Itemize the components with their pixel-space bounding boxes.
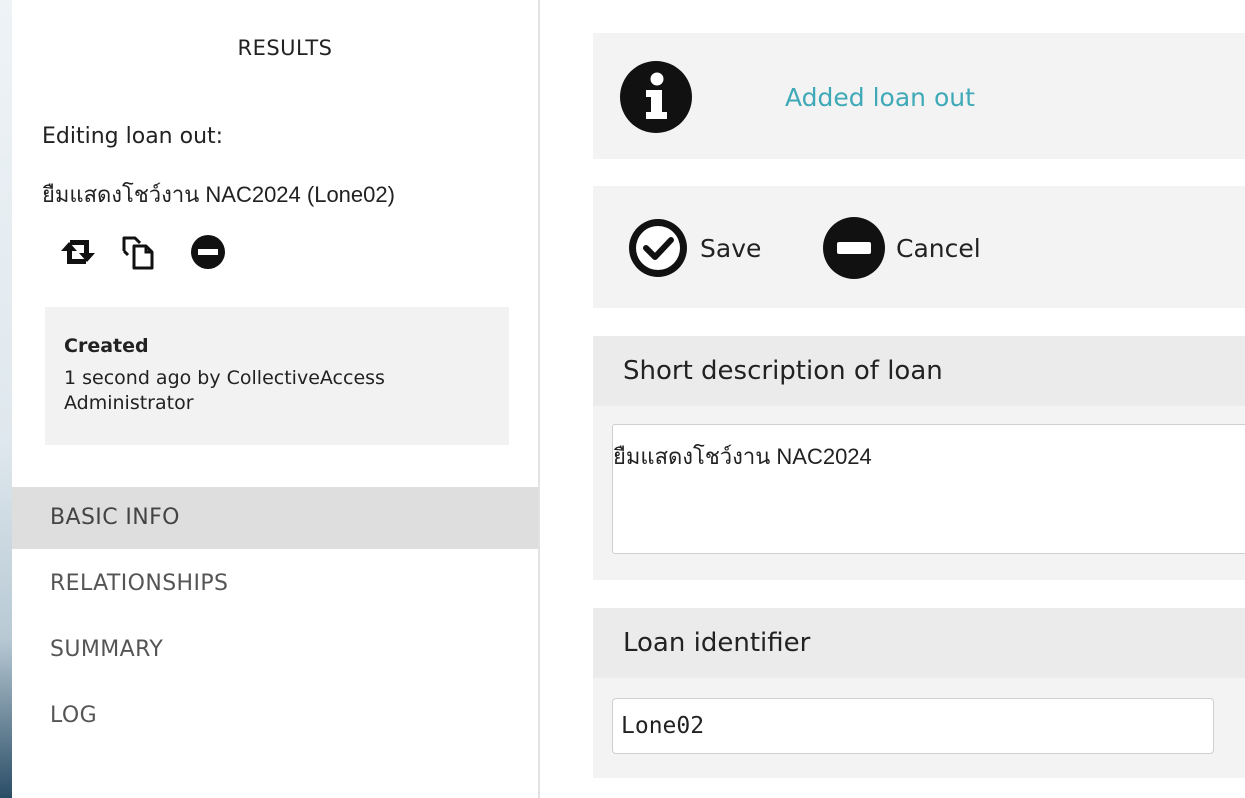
short-description-label: Short description of loan — [593, 336, 1245, 406]
save-button[interactable]: Save — [626, 216, 761, 280]
nav-log[interactable]: LOG — [12, 685, 538, 747]
results-link[interactable]: RESULTS — [12, 36, 558, 60]
record-title: ยืมแสดงโชว์งาน NAC2024 (Lone02) — [42, 182, 395, 207]
nav-summary[interactable]: SUMMARY — [12, 619, 538, 681]
editing-label: Editing loan out: — [42, 124, 224, 149]
short-description-value: ยืมแสดงโชว์งาน NAC2024 — [613, 444, 872, 469]
short-description-textarea[interactable]: ยืมแสดงโชว์งาน NAC2024 — [612, 424, 1245, 554]
check-circle-icon — [629, 219, 687, 277]
short-description-block: Short description of loan ยืมแสดงโชว์งาน… — [593, 336, 1245, 580]
created-title: Created — [64, 335, 149, 357]
minus-circle-icon — [823, 217, 885, 279]
cancel-button[interactable]: Cancel — [822, 216, 981, 280]
main-content: Added loan out Save Cancel Short descrip… — [540, 0, 1245, 798]
sidebar: RESULTS Editing loan out: ยืมแสดงโชว์งาน… — [12, 0, 540, 798]
created-info: Created 1 second ago by CollectiveAccess… — [45, 307, 509, 445]
notification-banner: Added loan out — [593, 33, 1245, 159]
save-label: Save — [700, 233, 762, 263]
delete-icon[interactable] — [186, 230, 230, 274]
nav-relationships[interactable]: RELATIONSHIPS — [12, 553, 538, 615]
cancel-label: Cancel — [896, 233, 981, 263]
duplicate-icon[interactable] — [116, 230, 160, 274]
notification-text: Added loan out — [785, 83, 975, 112]
info-icon — [619, 60, 693, 134]
form-actions: Save Cancel — [593, 186, 1245, 308]
loan-identifier-label: Loan identifier — [593, 608, 1245, 678]
window-edge — [0, 0, 12, 798]
swap-icon[interactable] — [56, 230, 100, 274]
loan-identifier-input[interactable]: Lone02 — [612, 698, 1214, 754]
created-text: 1 second ago by CollectiveAccess Adminis… — [64, 367, 385, 414]
nav-basic-info[interactable]: BASIC INFO — [12, 487, 538, 549]
loan-identifier-block: Loan identifier Lone02 — [593, 608, 1245, 778]
